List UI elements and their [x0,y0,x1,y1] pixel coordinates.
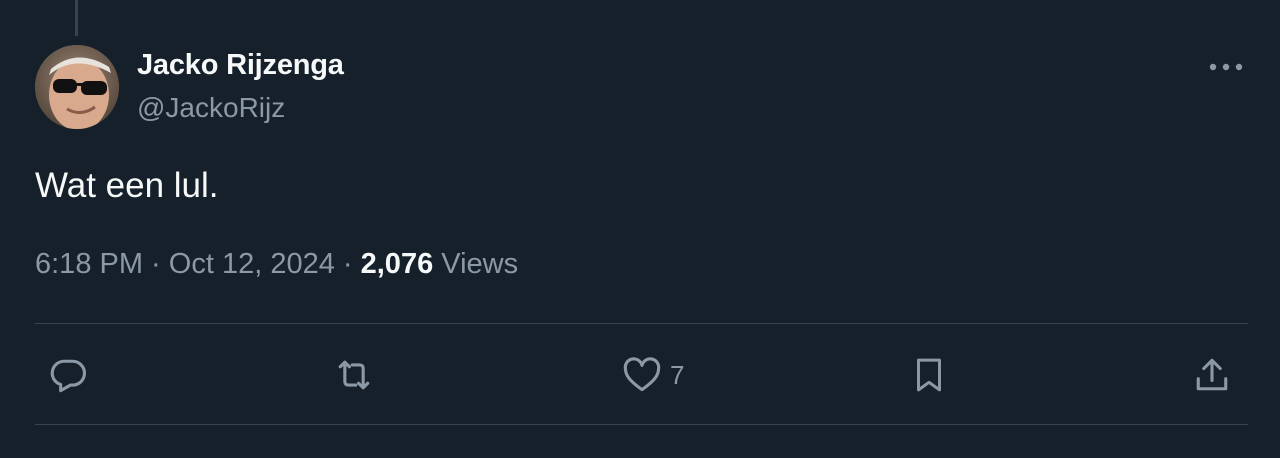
author-name[interactable]: Jacko Rijzenga [137,49,344,82]
share-button[interactable] [1190,352,1234,398]
views-count[interactable]: 2,076 [361,248,434,280]
meta-separator: · [334,248,361,280]
reply-icon [50,359,87,393]
retweet-button[interactable] [331,352,377,398]
bookmark-icon [917,358,941,392]
avatar[interactable] [35,45,119,129]
more-dots-icon [1209,63,1243,71]
more-options-button[interactable] [1204,52,1248,82]
tweet-date[interactable]: Oct 12, 2024 [169,248,335,280]
reply-button[interactable] [46,352,90,398]
like-button[interactable]: 7 [620,352,684,398]
meta-separator: · [143,248,169,280]
like-count: 7 [670,359,685,390]
views-label[interactable]: Views [433,248,518,280]
author-handle[interactable]: @JackoRijz [137,92,285,124]
thread-connector-line [75,0,78,36]
tweet-time[interactable]: 6:18 PM [35,248,143,280]
tweet-detail: Jacko Rijzenga @JackoRijz Wat een lul. 6… [0,0,1280,458]
retweet-icon [338,360,370,390]
divider [35,323,1248,324]
tweet-metadata: 6:18 PM · Oct 12, 2024 · 2,076 Views [35,248,518,281]
bookmark-button[interactable] [908,352,950,398]
divider [35,424,1248,425]
tweet-text: Wat een lul. [35,166,219,205]
heart-icon [623,357,661,392]
share-icon [1196,358,1228,391]
